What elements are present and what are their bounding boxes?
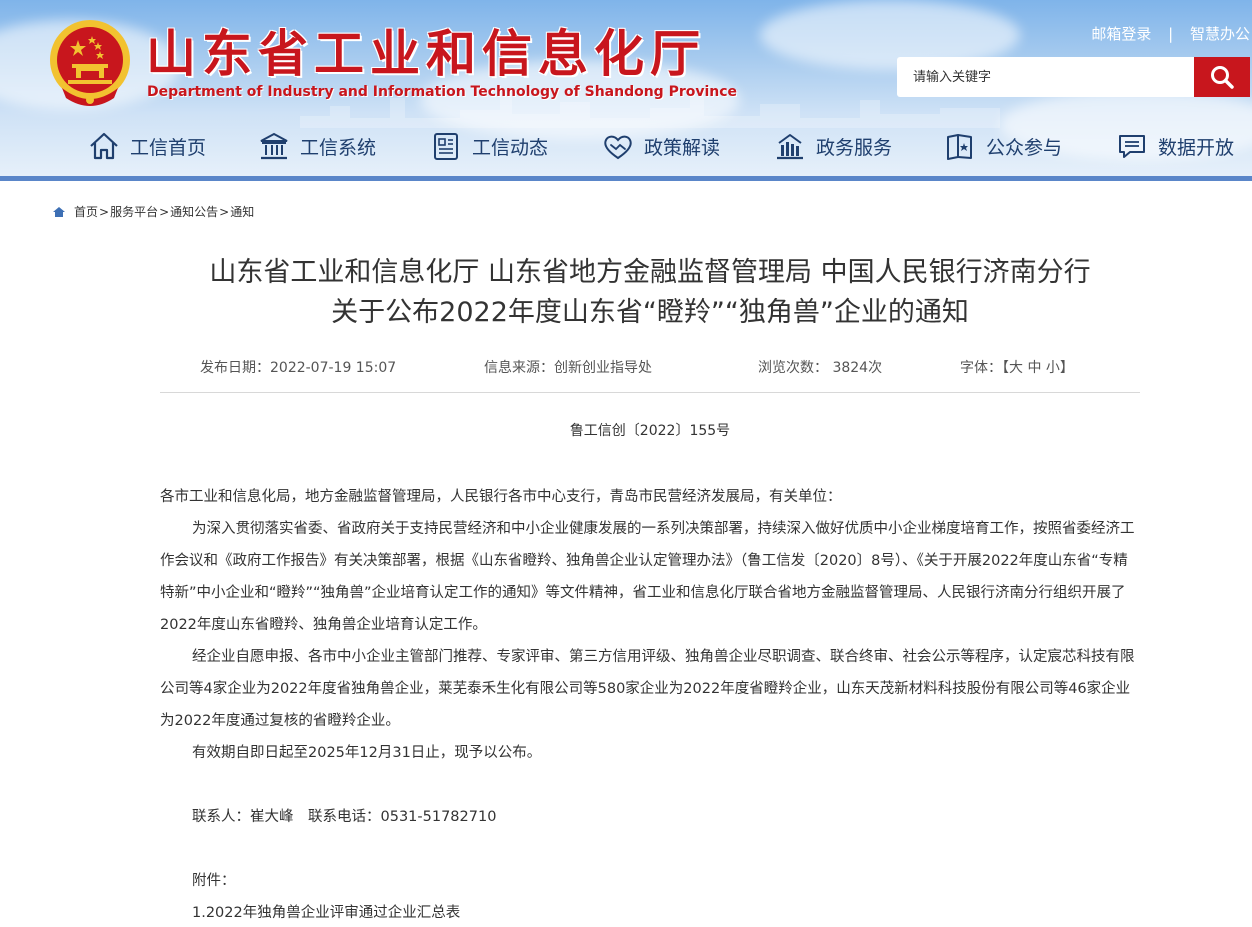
chat-icon [1119,135,1145,158]
attachment-label: 附件： [192,873,236,889]
main-nav: 工信首页 工信系统 工信动态 政策解读 政务服务 公众参与 数据开放 [0,120,1252,172]
breadcrumb-service-platform[interactable]: 服务平台 [110,203,158,220]
nav-label: 数据开放 [1158,136,1235,159]
national-emblem [50,20,130,106]
handshake-icon [604,135,632,160]
view-count: 浏览次数： 3824次 [758,360,883,376]
nav-label: 工信动态 [472,136,549,159]
nav-item-home[interactable]: 工信首页 [88,128,206,164]
info-source: 信息来源：创新创业指导处 [484,360,652,376]
nav-item-news[interactable]: 工信动态 [430,128,548,164]
nav-label: 公众参与 [986,136,1063,159]
article-title: 山东省工业和信息化厅 山东省地方金融监督管理局 中国人民银行济南分行 关于公布2… [140,253,1160,333]
body-paragraph: 有效期自即日起至2025年12月31日止，现予以公布。 [192,745,542,761]
mail-login-link[interactable]: 邮箱登录 [1091,23,1151,44]
body-paragraph: 经企业自愿申报、各市中小企业主管部门推荐、专家评审、第三方信用评级、独角兽企业尽… [160,649,1135,729]
nav-item-open-data[interactable]: 数据开放 [1116,128,1234,164]
site-title: 山东省工业和信息化厅 [146,24,706,83]
book-icon [947,134,972,160]
attachment-link[interactable]: 1.2022年独角兽企业评审通过企业汇总表 [160,897,1140,927]
document-number: 鲁工信创〔2022〕155号 [569,423,731,439]
nav-underline-bar [0,176,1252,181]
search-input[interactable] [897,57,1194,97]
nav-label: 工信系统 [300,136,377,159]
search-box [897,57,1250,97]
contact-info: 联系人：崔大峰 联系电话：0531-51782710 [192,809,497,825]
nav-label: 工信首页 [130,136,207,159]
nav-item-participation[interactable]: 公众参与 [944,128,1062,164]
top-link-separator: | [1168,25,1174,43]
site-subtitle: Department of Industry and Information T… [147,84,738,100]
service-icon [777,134,803,160]
breadcrumb-notice[interactable]: 通知 [230,203,254,220]
nav-item-system[interactable]: 工信系统 [258,128,376,164]
top-links: 邮箱登录 | 智慧办公 [1091,23,1250,44]
breadcrumb-separator: > [159,204,170,219]
article-meta: 发布日期：2022-07-19 15:07 信息来源：创新创业指导处 浏览次数：… [160,357,1140,379]
salutation: 各市工业和信息化局，地方金融监督管理局，人民银行各市中心支行，青岛市民营经济发展… [160,489,842,505]
nav-item-policy[interactable]: 政策解读 [602,128,720,164]
publish-date: 发布日期：2022-07-19 15:07 [200,360,397,376]
breadcrumb: 首页 > 服务平台 > 通知公告 > 通知 [52,203,254,220]
font-size-control[interactable]: 字体：【大 中 小】 [960,357,1074,377]
breadcrumb-announcements[interactable]: 通知公告 [170,203,218,220]
building-icon [260,132,288,160]
search-button[interactable] [1194,57,1250,97]
breadcrumb-separator: > [99,204,110,219]
article-body: 各市工业和信息化局，地方金融监督管理局，人民银行各市中心支行，青岛市民营经济发展… [160,481,1140,927]
nav-label: 政务服务 [816,136,893,159]
smart-office-link[interactable]: 智慧办公 [1190,23,1250,44]
home-icon [90,132,118,160]
meta-divider [160,392,1140,393]
site-header: 山东省工业和信息化厅 Department of Industry and In… [0,0,1252,176]
article-title-line: 山东省工业和信息化厅 山东省地方金融监督管理局 中国人民银行济南分行 [209,257,1091,288]
breadcrumb-separator: > [219,204,230,219]
body-paragraph: 为深入贯彻落实省委、省政府关于支持民营经济和中小企业健康发展的一系列决策部署，持… [160,521,1135,633]
news-icon [434,133,458,160]
article-title-line: 关于公布2022年度山东省“瞪羚”“独角兽”企业的通知 [331,297,969,328]
home-icon [53,206,65,217]
search-icon [1211,66,1234,89]
nav-item-service[interactable]: 政务服务 [774,128,892,164]
breadcrumb-home[interactable]: 首页 [74,203,98,220]
nav-label: 政策解读 [644,136,721,159]
